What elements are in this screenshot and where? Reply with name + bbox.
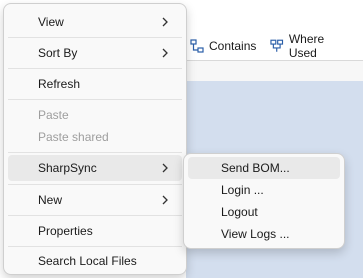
menu-item-label: New <box>38 193 63 207</box>
menu-item-label: SharpSync <box>38 161 97 175</box>
menu-item-search-local-files[interactable]: Search Local Files <box>8 248 182 274</box>
chevron-right-icon <box>162 163 168 173</box>
hierarchy-up-icon <box>270 39 284 52</box>
chevron-right-icon <box>162 17 168 27</box>
submenu-item-send-bom[interactable]: Send BOM... <box>188 157 340 179</box>
menu-separator <box>8 68 182 69</box>
contains-button[interactable]: Contains <box>190 39 256 53</box>
menu-item-sharpsync[interactable]: SharpSync <box>8 155 182 181</box>
chevron-right-icon <box>162 195 168 205</box>
menu-item-sort-by[interactable]: Sort By <box>8 40 182 66</box>
menu-separator <box>8 37 182 38</box>
content-header <box>186 61 363 81</box>
submenu-item-logout[interactable]: Logout <box>188 201 340 223</box>
submenu-item-label: View Logs ... <box>221 227 290 241</box>
menu-item-refresh[interactable]: Refresh <box>8 71 182 97</box>
menu-separator <box>8 246 182 247</box>
menu-item-view[interactable]: View <box>8 9 182 35</box>
menu-separator <box>8 184 182 185</box>
hierarchy-down-icon <box>190 39 204 53</box>
menu-item-label: Refresh <box>38 77 81 91</box>
menu-item-new[interactable]: New <box>8 187 182 213</box>
submenu-item-label: Logout <box>221 205 258 219</box>
where-used-label: Where Used <box>288 32 325 60</box>
toolbar: Contains Where Used <box>186 32 363 60</box>
menu-item-label: Properties <box>38 224 93 238</box>
menu-item-paste-shared[interactable]: Paste shared <box>8 124 182 150</box>
contains-label: Contains <box>209 39 257 53</box>
submenu-item-view-logs[interactable]: View Logs ... <box>188 223 340 245</box>
menu-separator <box>8 99 182 100</box>
submenu-item-label: Send BOM... <box>221 161 290 175</box>
menu-item-label: Sort By <box>38 46 78 60</box>
chevron-right-icon <box>162 48 168 58</box>
menu-item-label: View <box>38 15 64 29</box>
submenu-item-login[interactable]: Login ... <box>188 179 340 201</box>
sharpsync-submenu: Send BOM... Login ... Logout View Logs .… <box>183 153 345 249</box>
where-used-button[interactable]: Where Used <box>270 32 353 60</box>
menu-item-label: Search Local Files <box>38 254 137 268</box>
header-bar <box>190 0 363 36</box>
menu-separator <box>8 215 182 216</box>
menu-item-label: Paste shared <box>38 130 109 144</box>
context-menu: View Sort By Refresh Paste Paste shared … <box>3 3 187 275</box>
menu-item-properties[interactable]: Properties <box>8 218 182 244</box>
menu-separator <box>8 152 182 153</box>
submenu-item-label: Login ... <box>221 183 264 197</box>
menu-item-label: Paste <box>38 108 69 122</box>
